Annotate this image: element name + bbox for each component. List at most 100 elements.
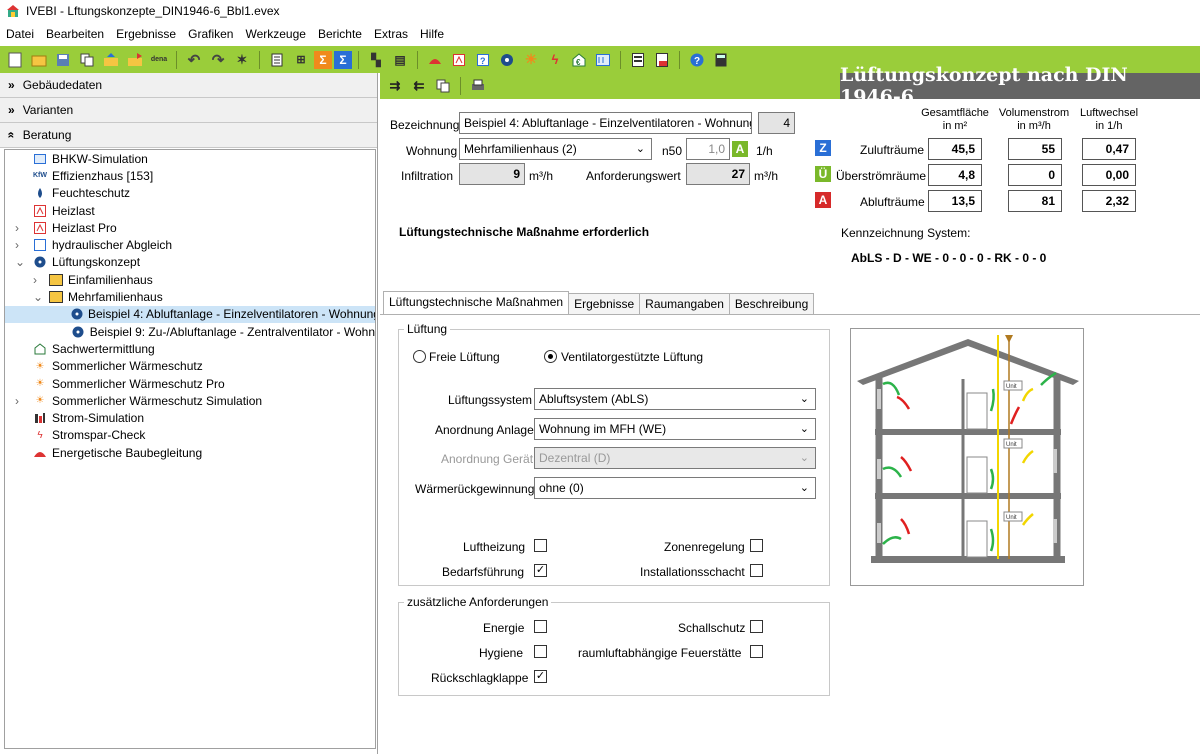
wizard-icon[interactable]: ✶	[231, 50, 253, 70]
menu-hilfe[interactable]: Hilfe	[414, 27, 450, 41]
zusatz-group-title: zusätzliche Anforderungen	[404, 595, 552, 609]
remove-row-icon[interactable]: ⇇	[408, 76, 430, 96]
tree-item-sommer-sim[interactable]: › ☀ Sommerlicher Wärmeschutz Simulation	[5, 392, 375, 409]
tab-beschreibung[interactable]: Beschreibung	[728, 293, 815, 315]
menu-werkzeuge[interactable]: Werkzeuge	[239, 27, 311, 41]
help-icon[interactable]: ?	[686, 50, 708, 70]
tree-item-beispiel-9[interactable]: Beispiel 9: Zu-/Abluftanlage - Zentralve…	[5, 323, 375, 340]
expand-arrow-icon[interactable]: ›	[15, 221, 33, 235]
tab-massnahmen[interactable]: Lüftungstechnische Maßnahmen	[383, 291, 570, 315]
menu-ergebnisse[interactable]: Ergebnisse	[110, 27, 182, 41]
dena-icon[interactable]: dena	[148, 50, 170, 70]
zonenregelung-checkbox[interactable]	[750, 539, 763, 552]
hygiene-checkbox[interactable]	[534, 645, 547, 658]
structure-icon[interactable]: ▚	[365, 50, 387, 70]
section-gebaeudedaten[interactable]: » Gebäudedaten	[0, 73, 377, 98]
fan-icon[interactable]	[496, 50, 518, 70]
tree-item-sommer[interactable]: ☀ Sommerlicher Wärmeschutz	[5, 358, 375, 375]
tree-item-stromspar[interactable]: ϟ Stromspar-Check	[5, 427, 375, 444]
toolbar-separator	[176, 50, 177, 69]
redo-icon[interactable]: ↷	[207, 50, 229, 70]
hydraulic-icon[interactable]: ?	[472, 50, 494, 70]
expand-arrow-icon[interactable]: ›	[15, 394, 33, 408]
hydraulic-icon	[33, 238, 47, 252]
bedarf-checkbox[interactable]: ✓	[534, 564, 547, 577]
split-icon[interactable]: ⊞	[290, 50, 312, 70]
report-icon[interactable]	[266, 50, 288, 70]
tree-item-feuchteschutz[interactable]: Feuchteschutz	[5, 185, 375, 202]
tree-item-heizlast-pro[interactable]: › Heizlast Pro	[5, 219, 375, 236]
chevron-down-icon: ⌄	[799, 482, 809, 494]
collapse-arrow-icon[interactable]: ⌄	[33, 290, 49, 304]
tree-item-mehrfamilienhaus[interactable]: ⌄ Mehrfamilienhaus	[5, 288, 375, 305]
open-folder-icon[interactable]	[28, 50, 50, 70]
sum-alt-icon[interactable]: Σ	[334, 50, 352, 69]
heizlast-icon[interactable]	[448, 50, 470, 70]
luftheizung-checkbox[interactable]	[534, 539, 547, 552]
beratung-tree: BHKW-Simulation KfW Effizienzhaus [153] …	[4, 149, 376, 749]
tab-ergebnisse[interactable]: Ergebnisse	[568, 293, 641, 315]
feuer-checkbox[interactable]	[750, 645, 763, 658]
system-select[interactable]: Abluftsystem (AbLS) ⌄	[534, 388, 816, 410]
schacht-checkbox[interactable]	[750, 564, 763, 577]
menu-bearbeiten[interactable]: Bearbeiten	[40, 27, 110, 41]
anlage-select[interactable]: Wohnung im MFH (WE) ⌄	[534, 418, 816, 440]
section-beratung[interactable]: « Beratung	[0, 123, 377, 148]
value-icon[interactable]: €	[568, 50, 590, 70]
wrg-select[interactable]: ohne (0) ⌄	[534, 477, 816, 499]
menu-datei[interactable]: Datei	[0, 27, 40, 41]
rueck-checkbox[interactable]: ✓	[534, 670, 547, 683]
table-icon[interactable]: ▤	[389, 50, 411, 70]
collapse-arrow-icon[interactable]: ⌄	[15, 255, 33, 269]
schallschutz-checkbox[interactable]	[750, 620, 763, 633]
tree-item-hydraulik[interactable]: › hydraulischer Abgleich	[5, 236, 375, 253]
tree-item-strom-sim[interactable]: Strom-Simulation	[5, 409, 375, 426]
menu-grafiken[interactable]: Grafiken	[182, 27, 239, 41]
radio-ventilator[interactable]	[544, 350, 557, 363]
house-icon	[49, 290, 63, 304]
bezeichnung-label: Bezeichnung	[390, 118, 460, 132]
wohnung-select[interactable]: Mehrfamilienhaus (2) ⌄	[459, 138, 652, 160]
tree-item-einfamilienhaus[interactable]: › Einfamilienhaus	[5, 271, 375, 288]
duplicate-icon[interactable]	[432, 76, 454, 96]
print-icon[interactable]	[467, 76, 489, 96]
undo-icon[interactable]: ↶	[183, 50, 205, 70]
menu-berichte[interactable]: Berichte	[312, 27, 368, 41]
import-icon[interactable]	[100, 50, 122, 70]
tree-item-lueftungskonzept[interactable]: ⌄ Lüftungskonzept	[5, 254, 375, 271]
section-label: Gebäudedaten	[22, 78, 103, 92]
new-file-icon[interactable]	[4, 50, 26, 70]
tree-item-baubegleitung[interactable]: Energetische Baubegleitung	[5, 444, 375, 461]
tree-item-heizlast[interactable]: Heizlast	[5, 202, 375, 219]
n50-input[interactable]: 1,0	[686, 138, 730, 160]
menu-extras[interactable]: Extras	[368, 27, 414, 41]
energie-label: Energie	[483, 621, 525, 635]
pdf-icon[interactable]	[651, 50, 673, 70]
calculator-icon[interactable]	[710, 50, 732, 70]
tree-item-beispiel-4[interactable]: Beispiel 4: Abluftanlage - Einzelventila…	[5, 305, 375, 323]
add-row-icon[interactable]: ⇉	[384, 76, 406, 96]
bezeichnung-input[interactable]: Beispiel 4: Abluftanlage - Einzelventila…	[459, 112, 752, 134]
energie-checkbox[interactable]	[534, 620, 547, 633]
toolbar-separator	[460, 77, 461, 95]
export-icon[interactable]	[124, 50, 146, 70]
save-icon[interactable]	[52, 50, 74, 70]
sum-icon[interactable]: Σ	[314, 50, 332, 69]
bhkw-icon[interactable]	[592, 50, 614, 70]
radio-freie-lueftung[interactable]	[413, 350, 426, 363]
tree-item-effizienzhaus[interactable]: KfW Effizienzhaus [153]	[5, 167, 375, 184]
tree-item-sachwert[interactable]: Sachwertermittlung	[5, 340, 375, 357]
sun-icon: ☀	[35, 360, 45, 372]
tree-item-sommer-pro[interactable]: ☀ Sommerlicher Wärmeschutz Pro	[5, 375, 375, 392]
lightning-icon[interactable]: ϟ	[544, 50, 566, 70]
expand-arrow-icon[interactable]: ›	[15, 238, 33, 252]
expand-arrow-icon[interactable]: ›	[33, 273, 49, 287]
sun-icon[interactable]: ☀	[520, 50, 542, 70]
navigation-panel: » Gebäudedaten » Varianten « Beratung BH…	[0, 73, 378, 754]
helmet-icon[interactable]	[424, 50, 446, 70]
tree-item-bhkw[interactable]: BHKW-Simulation	[5, 150, 375, 167]
copy-icon[interactable]	[76, 50, 98, 70]
tab-raumangaben[interactable]: Raumangaben	[639, 293, 730, 315]
calc-list-icon[interactable]	[627, 50, 649, 70]
section-varianten[interactable]: » Varianten	[0, 98, 377, 123]
